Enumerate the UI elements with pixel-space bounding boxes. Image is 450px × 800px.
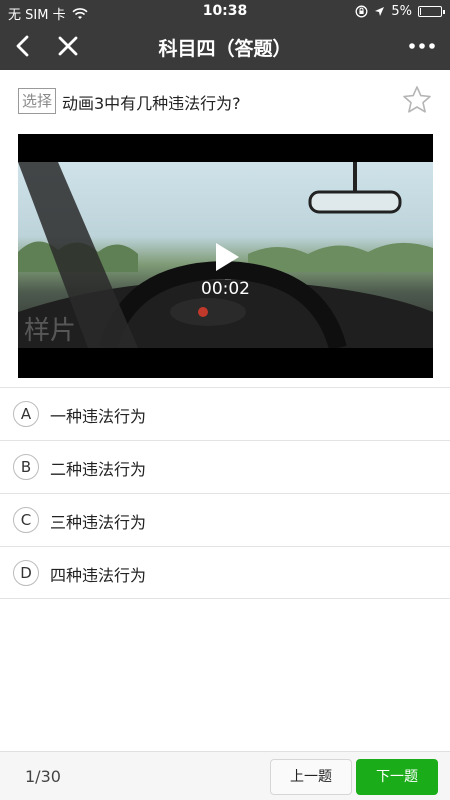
nav-bar: 科目四（答题）	[0, 22, 450, 70]
question-header: 选择 动画3中有几种违法行为?	[18, 86, 433, 120]
option-d[interactable]: D 四种违法行为	[0, 546, 450, 599]
option-text: 三种违法行为	[50, 513, 147, 532]
star-icon[interactable]	[401, 84, 433, 116]
status-right: 5%	[355, 4, 445, 19]
next-question-button[interactable]: 下一题	[356, 759, 438, 795]
option-text: 二种违法行为	[50, 460, 147, 479]
status-bar: 无 SIM 卡 10:38 5%	[0, 0, 450, 23]
option-letter: A	[13, 401, 39, 427]
question-text: 动画3中有几种违法行为?	[62, 94, 241, 113]
lock-rotation-icon	[355, 5, 368, 18]
option-letter: C	[13, 507, 39, 533]
battery-percent: 5%	[391, 4, 412, 19]
option-a[interactable]: A 一种违法行为	[0, 387, 450, 440]
option-c[interactable]: C 三种违法行为	[0, 493, 450, 546]
option-letter: B	[13, 454, 39, 480]
question-type-badge: 选择	[18, 88, 56, 114]
more-icon[interactable]	[406, 32, 438, 60]
answer-options: A 一种违法行为 B 二种违法行为 C 三种违法行为 D 四种违法行为	[0, 387, 450, 599]
play-icon[interactable]	[213, 242, 241, 272]
battery-fill	[420, 8, 421, 15]
bottom-bar: 1/30 上一题 下一题	[0, 751, 450, 800]
question-progress: 1/30	[25, 767, 61, 786]
option-text: 一种违法行为	[50, 407, 147, 426]
option-letter: D	[13, 560, 39, 586]
video-watermark: 样片	[24, 316, 77, 346]
prev-question-button[interactable]: 上一题	[270, 759, 352, 795]
video-player[interactable]: 00:02 样片	[18, 134, 433, 378]
page-title: 科目四（答题）	[158, 38, 292, 60]
option-text: 四种违法行为	[50, 566, 147, 585]
option-b[interactable]: B 二种违法行为	[0, 440, 450, 493]
location-icon	[375, 7, 385, 16]
battery-icon	[418, 6, 445, 17]
video-duration: 00:02	[201, 279, 250, 299]
